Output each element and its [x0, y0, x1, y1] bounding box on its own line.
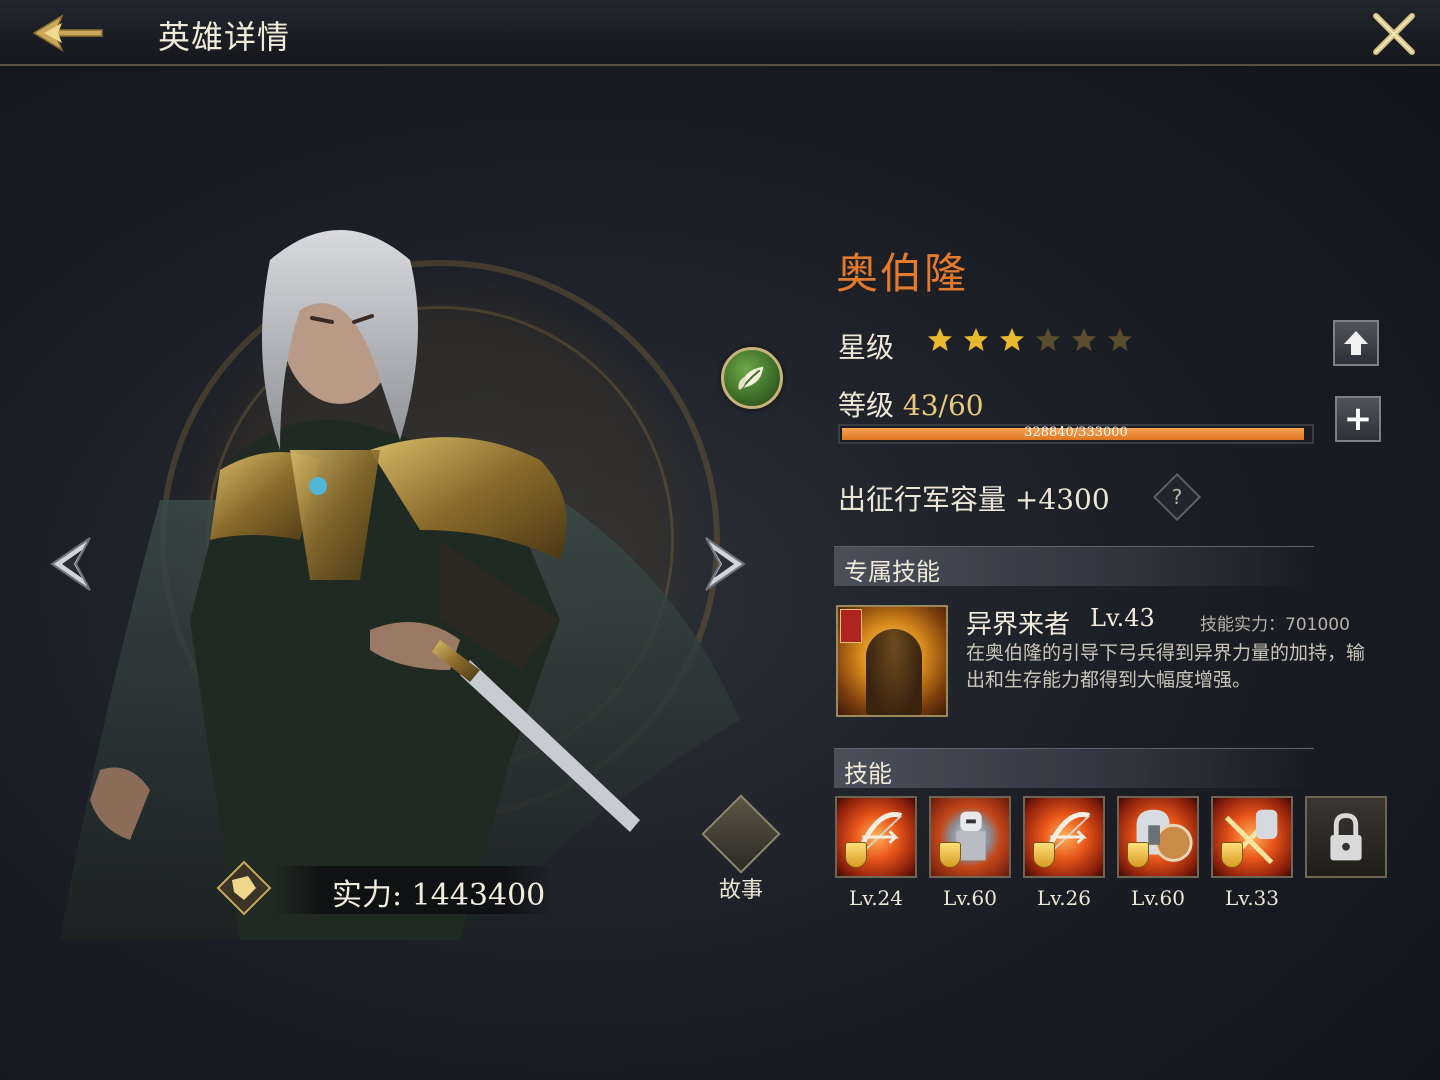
star-filled-icon	[928, 328, 952, 351]
star-filled-icon	[964, 328, 988, 351]
hero-stage	[40, 200, 760, 960]
skill-level: Lv.60	[942, 886, 997, 910]
add-xp-button[interactable]: +	[1335, 396, 1381, 442]
leaf-icon	[738, 366, 764, 390]
star-filled-icon	[1000, 328, 1024, 351]
book-icon	[701, 794, 781, 874]
power-value: 实力: 1443400	[332, 878, 546, 913]
skills-header: 技能	[834, 748, 1314, 788]
skill-level: Lv.33	[1224, 886, 1279, 910]
march-value: +4300	[1014, 483, 1110, 516]
level-value: 43/60	[902, 389, 984, 422]
star-label: 星级	[838, 331, 895, 364]
previous-hero-arrow[interactable]	[46, 532, 96, 596]
hero-portrait	[60, 230, 740, 940]
exclusive-skill-power: 技能实力：701000	[1200, 615, 1350, 635]
skill-level: Lv.26	[1036, 886, 1091, 910]
shield-badge-icon	[1127, 842, 1149, 868]
march-capacity: 出征行军容量 +4300	[838, 478, 1110, 518]
skill-slot[interactable]: Lv.24	[835, 796, 917, 910]
shield-badge-icon	[845, 842, 867, 868]
exclusive-skill-description: 在奥伯隆的引导下弓兵得到异界力量的加持，输出和生存能力都得到大幅度增强。	[966, 642, 1366, 691]
xp-progress-text: 328840/333000	[1024, 425, 1128, 440]
exclusive-skill-title: 专属技能	[844, 558, 940, 586]
story-button[interactable]: 故事	[700, 794, 782, 903]
skill-icon-frame	[929, 796, 1011, 878]
skill-icon-frame	[1305, 796, 1387, 878]
xp-progress-bar: 328840/333000	[838, 424, 1314, 444]
skill-icon-frame	[1211, 796, 1293, 878]
up-arrow-icon	[1344, 331, 1368, 355]
top-bar: 英雄详情	[0, 0, 1440, 66]
skill-slot[interactable]: Lv.60	[1117, 796, 1199, 910]
skill-slot[interactable]: Lv.26	[1023, 796, 1105, 910]
page-title: 英雄详情	[158, 18, 291, 56]
skill-level: Lv.24	[848, 886, 903, 910]
exclusive-skill-level: Lv.43	[1090, 604, 1155, 632]
next-hero-arrow[interactable]	[700, 532, 750, 596]
sword-badge-icon	[840, 609, 862, 643]
star-empty-icon	[1036, 328, 1060, 351]
shield-badge-icon	[1221, 842, 1243, 868]
power-fist-icon	[216, 860, 272, 916]
level-label: 等级	[838, 389, 895, 422]
hooded-figure-icon	[866, 629, 922, 715]
shield-badge-icon	[1033, 842, 1055, 868]
back-button[interactable]	[22, 6, 108, 60]
star-empty-icon	[1072, 328, 1096, 351]
exclusive-skill-name: 异界来者	[966, 610, 1071, 640]
march-label: 出征行军容量	[838, 483, 1007, 516]
star-rating	[926, 326, 1134, 354]
star-upgrade-button[interactable]	[1333, 320, 1379, 366]
skill-icon-frame	[835, 796, 917, 878]
story-label: 故事	[718, 878, 763, 903]
leaf-faction-icon[interactable]	[721, 347, 783, 409]
skills-row: Lv.24 Lv.60 Lv.26 Lv.60 Lv.33	[835, 796, 1387, 910]
skill-slot-locked[interactable]	[1305, 796, 1387, 910]
close-button[interactable]	[1370, 10, 1418, 58]
exclusive-skill-icon[interactable]	[836, 605, 948, 717]
shield-badge-icon	[939, 842, 961, 868]
level-display: 等级 43/60	[838, 384, 984, 424]
skill-icon-frame	[1023, 796, 1105, 878]
skill-level: Lv.60	[1130, 886, 1185, 910]
skill-slot[interactable]: Lv.33	[1211, 796, 1293, 910]
help-button[interactable]: ?	[1152, 472, 1202, 522]
back-arrow-icon	[32, 14, 103, 52]
star-empty-icon	[1108, 328, 1132, 351]
skills-title: 技能	[844, 760, 892, 788]
lock-icon	[1330, 813, 1362, 861]
skill-icon-frame	[1117, 796, 1199, 878]
power-display: 实力: 1443400	[214, 858, 554, 916]
plus-icon: +	[1343, 399, 1373, 439]
hero-name: 奥伯隆	[836, 249, 969, 298]
exclusive-skill-header: 专属技能	[834, 546, 1314, 586]
close-icon	[1373, 13, 1415, 55]
question-mark-icon: ?	[1171, 485, 1183, 509]
skill-slot[interactable]: Lv.60	[929, 796, 1011, 910]
